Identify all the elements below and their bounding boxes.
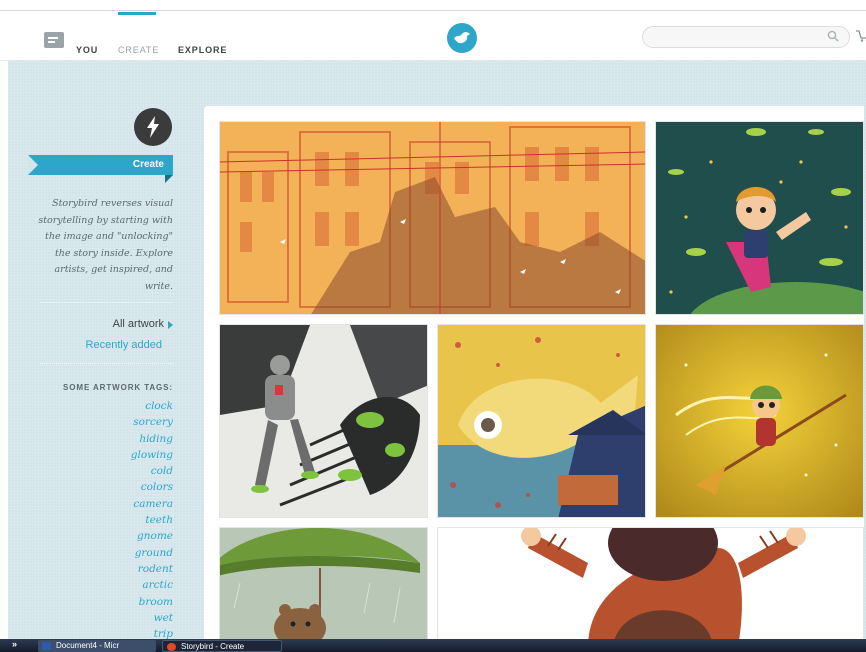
artwork-grid [204, 106, 864, 646]
tag-link[interactable]: glowing [60, 447, 173, 463]
bird-logo-icon[interactable] [447, 23, 477, 53]
os-taskbar: » Document4 - Micr Storybird - Create [0, 639, 866, 652]
tag-link[interactable]: colors [60, 479, 173, 495]
top-navigation: YOU CREATE EXPLORE [0, 12, 866, 61]
create-description: Storybird reverses visual storytelling b… [38, 198, 173, 292]
document-icon[interactable] [44, 32, 64, 48]
search-icon[interactable] [827, 30, 839, 42]
tag-link[interactable]: gnome [60, 528, 173, 544]
tag-link[interactable]: hiding [60, 431, 173, 447]
tags-heading: SOME ARTWORK TAGS: [63, 383, 173, 392]
nav-create[interactable]: CREATE [118, 45, 159, 55]
arrow-right-icon [168, 321, 173, 329]
tag-link[interactable]: rodent [60, 561, 173, 577]
chevron-right-icon[interactable]: » [12, 639, 17, 649]
taskbar-item-label: Storybird - Create [181, 642, 245, 651]
taskbar-item[interactable]: Storybird - Create [162, 640, 282, 652]
all-artwork-link[interactable]: All artwork [40, 318, 164, 330]
search-input[interactable] [642, 26, 850, 48]
artwork-thumbnail[interactable] [655, 121, 864, 315]
tag-link[interactable]: teeth [60, 512, 173, 528]
tag-link[interactable]: camera [60, 496, 173, 512]
word-icon [42, 642, 51, 650]
divider [40, 363, 173, 364]
top-divider [0, 10, 866, 11]
tag-link[interactable]: arctic [60, 577, 173, 593]
create-ribbon: Create [28, 155, 173, 183]
lightning-bolt-icon [134, 108, 172, 146]
artwork-thumbnail[interactable] [219, 527, 428, 646]
divider [40, 302, 173, 303]
artwork-thumbnail[interactable] [655, 324, 864, 518]
taskbar-item[interactable]: Document4 - Micr [38, 640, 156, 652]
tag-link[interactable]: broom [60, 594, 173, 610]
cart-icon[interactable] [856, 29, 866, 43]
artwork-thumbnail[interactable] [437, 527, 864, 646]
recently-added-link[interactable]: Recently added [40, 339, 162, 351]
nav-explore[interactable]: EXPLORE [178, 45, 227, 55]
artwork-thumbnail[interactable] [219, 324, 428, 518]
tag-link[interactable]: sorcery [60, 414, 173, 430]
tag-list: clock sorcery hiding glowing cold colors… [60, 398, 173, 642]
tag-link[interactable]: ground [60, 545, 173, 561]
nav-you[interactable]: YOU [76, 45, 98, 55]
active-tab-indicator [118, 12, 156, 15]
tag-link[interactable]: clock [60, 398, 173, 414]
tag-link[interactable]: wet [60, 610, 173, 626]
artwork-thumbnail[interactable] [437, 324, 646, 518]
taskbar-item-label: Document4 - Micr [56, 641, 120, 650]
chrome-icon [167, 643, 176, 651]
artwork-thumbnail[interactable] [219, 121, 646, 315]
tag-link[interactable]: cold [60, 463, 173, 479]
